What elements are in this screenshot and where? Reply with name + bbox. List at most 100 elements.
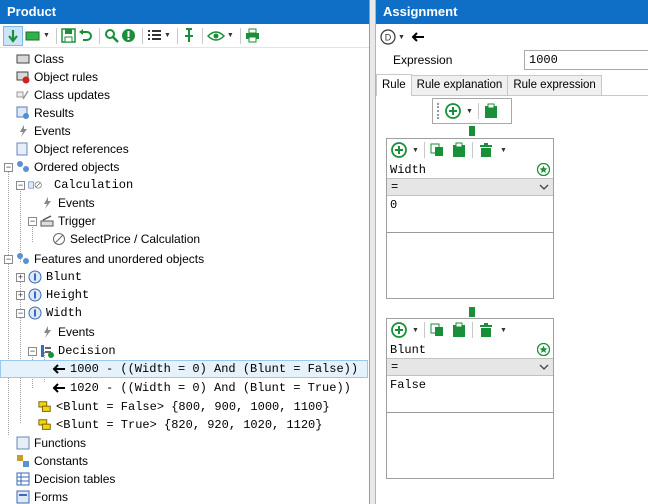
tree-item-class-updates[interactable]: Class updates [0,86,368,104]
constants-icon [16,454,30,468]
tree-item-assignment-1000[interactable]: 1000 - ((Width = 0) And (Blunt = False)) [0,360,368,378]
copy-icon[interactable] [430,323,444,337]
tree-item-events[interactable]: Events [0,122,368,140]
functions-icon [16,436,30,450]
tree-item-forms[interactable]: Forms [0,488,368,504]
tree-item-ordered-objects[interactable]: − Ordered objects [0,158,368,176]
tree-item-calculation-events[interactable]: Events [0,194,368,212]
view-dropdown-icon[interactable]: ▼ [206,26,234,46]
events-icon [16,124,30,138]
add-condition-icon[interactable]: ▼ [391,322,419,338]
tree-item-domain-blunt-false[interactable]: <Blunt = False> {800, 900, 1000, 1100} [0,398,368,416]
rule-root-toolbar: ▼ [432,98,512,124]
copy-icon[interactable] [430,143,444,157]
tree-item-trigger[interactable]: − Trigger [0,212,368,230]
domain-icon [38,400,52,414]
assignment-toolbar: D ▼ [376,26,648,48]
condition-toolbar: ▼ ▼ [387,139,553,161]
tree-item-calculation[interactable]: − Calculation [0,176,368,194]
collapse-icon[interactable]: − [16,308,25,318]
operator-select[interactable]: = [387,358,553,376]
rule-tabs: Rule Rule explanation Rule expression [376,74,648,96]
decision-icon [40,344,54,358]
tree-item-object-references[interactable]: Object references [0,140,368,158]
tree-item-width[interactable]: − Width [0,304,368,322]
define-dropdown-icon[interactable]: D ▼ [380,29,405,45]
svg-text:D: D [385,33,392,43]
delete-icon[interactable]: ▼ [479,322,507,338]
paste-icon[interactable] [484,103,498,119]
delete-icon[interactable]: ▼ [479,142,507,158]
tree-item-assignment-1020[interactable]: 1020 - ((Width = 0) And (Blunt = True)) [0,379,368,397]
collapse-icon[interactable]: − [16,180,25,190]
condition-card-blunt: ▼ ▼ Blunt = False [386,318,554,479]
add-condition-icon[interactable]: ▼ [445,103,473,119]
tree-item-object-rules[interactable]: Object rules [0,68,368,86]
tree-item-decision-tables[interactable]: Decision tables [0,470,368,488]
condition-value[interactable]: 0 [387,196,553,233]
tab-rule-expression[interactable]: Rule expression [507,75,602,95]
condition-feature: Blunt [387,341,553,358]
events-icon [40,196,54,210]
object-references-icon [16,142,30,156]
paste-icon[interactable] [452,322,466,338]
save-icon[interactable] [61,26,76,46]
assignment-panel: Assignment D ▼ Expression 1000 Rule Rule … [376,0,648,504]
pin-icon[interactable] [182,26,196,46]
search-icon[interactable] [104,26,119,46]
class-icon [16,52,30,66]
decision-tables-icon [16,472,30,486]
tab-rule-explanation[interactable]: Rule explanation [410,75,509,95]
collapse-icon[interactable]: − [28,216,37,226]
tree-item-constants[interactable]: Constants [0,452,368,470]
rule-connector [469,307,475,317]
feature-icon [28,306,42,320]
condition-toolbar: ▼ ▼ [387,319,553,341]
tree-item-height[interactable]: + Height [0,286,368,304]
print-icon[interactable] [245,26,260,46]
collapse-icon[interactable]: − [4,162,13,172]
assignment-panel-title: Assignment [376,0,648,24]
arrow-down-icon[interactable] [3,25,23,46]
calculation-icon [28,178,42,192]
list-dropdown-icon[interactable]: ▼ [147,26,171,46]
rectangle-dropdown-icon[interactable]: ▼ [25,26,50,46]
events-icon [40,325,54,339]
expression-row: Expression 1000 [376,50,648,72]
condition-body [387,233,553,298]
feature-icon [28,288,42,302]
expand-icon[interactable]: + [16,272,25,282]
forms-icon [16,490,30,504]
chevron-down-icon [539,364,549,370]
assignment-arrow-icon [52,362,66,376]
tab-rule[interactable]: Rule [376,74,412,96]
tree-item-results[interactable]: Results [0,104,368,122]
warning-icon[interactable] [121,26,136,46]
condition-body [387,413,553,478]
object-rules-icon [16,70,30,84]
expand-icon[interactable]: + [16,290,25,300]
tree-item-width-events[interactable]: Events [0,323,368,341]
paste-icon[interactable] [452,142,466,158]
chevron-down-icon [539,184,549,190]
collapse-icon[interactable]: − [4,254,13,264]
back-arrow-icon[interactable] [411,32,425,42]
tree-item-blunt[interactable]: + Blunt [0,268,368,286]
collapse-icon[interactable]: − [28,346,37,356]
star-badge-icon[interactable] [537,163,550,176]
features-icon [16,252,30,266]
tree-item-decision[interactable]: − Decision [0,342,368,360]
product-panel: Product ▼ ▼ ▼ Class Object rules Class u… [0,0,370,504]
undo-icon[interactable] [78,26,93,46]
expression-input[interactable]: 1000 [524,50,648,70]
operator-select[interactable]: = [387,178,553,196]
tree-item-features[interactable]: − Features and unordered objects [0,250,368,268]
tree-item-domain-blunt-true[interactable]: <Blunt = True> {820, 920, 1020, 1120} [0,416,368,434]
tree-item-selectprice[interactable]: SelectPrice / Calculation [0,230,368,248]
tree-item-class[interactable]: Class [0,50,368,68]
feature-icon [28,270,42,284]
tree-item-functions[interactable]: Functions [0,434,368,452]
condition-value[interactable]: False [387,376,553,413]
add-condition-icon[interactable]: ▼ [391,142,419,158]
star-badge-icon[interactable] [537,343,550,356]
